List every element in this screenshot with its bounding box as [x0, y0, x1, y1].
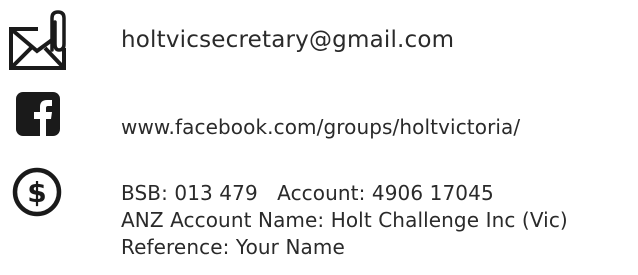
dollar-coin-icon: $	[12, 167, 62, 217]
facebook-icon[interactable]	[16, 92, 60, 136]
facebook-url[interactable]: www.facebook.com/groups/holtvictoria/	[121, 115, 520, 139]
bank-account-name: ANZ Account Name: Holt Challenge Inc (Vi…	[121, 208, 568, 232]
envelope-paperclip-icon	[9, 10, 66, 70]
bank-details: BSB: 013 479 Account: 4906 17045 ANZ Acc…	[121, 180, 568, 261]
email-address[interactable]: holtvicsecretary@gmail.com	[121, 27, 454, 53]
bank-reference: Reference: Your Name	[121, 235, 345, 259]
bank-bsb-account: BSB: 013 479 Account: 4906 17045	[121, 181, 494, 205]
svg-text:$: $	[27, 176, 46, 209]
